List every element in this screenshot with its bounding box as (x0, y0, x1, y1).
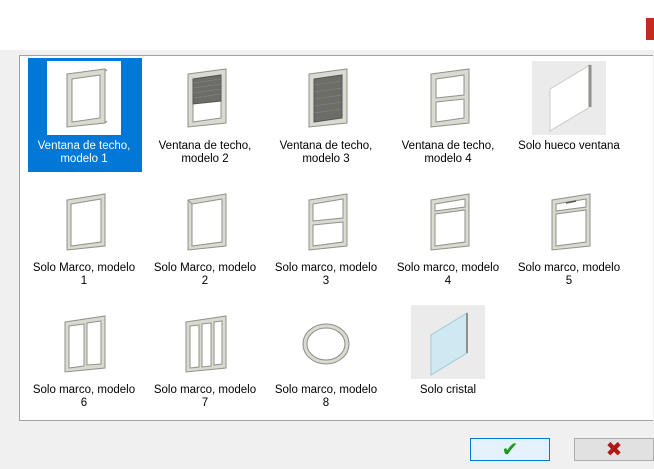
gallery-item-label: Solo marco, modelo 4 (396, 262, 500, 287)
gallery-item-frame-7[interactable]: Solo marco, modelo 7 (145, 302, 265, 420)
dialog-title-bar (0, 0, 654, 50)
gallery-item-label: Ventana de techo, modelo 1 (37, 140, 131, 165)
cross-icon: ✖ (605, 439, 623, 461)
gallery-item-frame-6[interactable]: Solo marco, modelo 6 (24, 302, 144, 420)
gallery-item-label: Solo marco, modelo 3 (274, 262, 378, 287)
close-button[interactable] (646, 18, 654, 40)
gallery-item-skylight-3[interactable]: Ventana de techo, modelo 3 (266, 58, 386, 176)
frame-model-7-icon (168, 305, 242, 379)
gallery-item-frame-1[interactable]: Solo Marco, modelo 1 (24, 180, 144, 298)
gallery-item-frame-8[interactable]: Solo marco, modelo 8 (266, 302, 386, 420)
skylight-model-4-icon (411, 61, 485, 135)
gallery-item-label: Solo marco, modelo 6 (32, 384, 136, 409)
gallery-item-label: Solo Marco, modelo 2 (153, 262, 257, 287)
skylight-model-3-icon (289, 61, 363, 135)
frame-model-5-icon (532, 183, 606, 257)
checkmark-icon: ✔ (501, 439, 519, 461)
gallery-item-label: Solo marco, modelo 7 (153, 384, 257, 409)
gallery-item-label: Solo Marco, modelo 1 (32, 262, 136, 287)
window-type-gallery: Ventana de techo, modelo 1 Ventana de te… (19, 55, 653, 421)
gallery-item-skylight-2[interactable]: Ventana de techo, modelo 2 (145, 58, 265, 176)
frame-model-4-icon (411, 183, 485, 257)
cancel-button[interactable]: ✖ (574, 438, 654, 461)
frame-model-2-icon (168, 183, 242, 257)
gallery-item-opening[interactable]: Solo hueco ventana (509, 58, 629, 176)
gallery-item-skylight-1[interactable]: Ventana de techo, modelo 1 (24, 58, 144, 176)
gallery-item-frame-5[interactable]: Solo marco, modelo 5 (509, 180, 629, 298)
skylight-model-2-icon (168, 61, 242, 135)
gallery-item-label: Solo marco, modelo 5 (517, 262, 621, 287)
gallery-item-label: Ventana de techo, modelo 4 (401, 140, 495, 165)
gallery-item-label: Solo cristal (419, 384, 477, 396)
gallery-item-label: Ventana de techo, modelo 3 (279, 140, 373, 165)
gallery-item-label: Ventana de techo, modelo 2 (158, 140, 252, 165)
frame-model-3-icon (289, 183, 363, 257)
frame-model-8-icon (289, 305, 363, 379)
frame-model-1-icon (47, 183, 121, 257)
gallery-item-skylight-4[interactable]: Ventana de techo, modelo 4 (388, 58, 508, 176)
gallery-item-frame-2[interactable]: Solo Marco, modelo 2 (145, 180, 265, 298)
gallery-item-frame-4[interactable]: Solo marco, modelo 4 (388, 180, 508, 298)
gallery-item-glass[interactable]: Solo cristal (388, 302, 508, 420)
skylight-model-1-icon (47, 61, 121, 135)
ok-button[interactable]: ✔ (470, 438, 550, 461)
gallery-item-frame-3[interactable]: Solo marco, modelo 3 (266, 180, 386, 298)
gallery-item-label: Solo marco, modelo 8 (274, 384, 378, 409)
glass-pane-icon (411, 305, 485, 379)
gallery-item-label: Solo hueco ventana (518, 140, 620, 152)
frame-model-6-icon (47, 305, 121, 379)
window-opening-icon (532, 61, 606, 135)
